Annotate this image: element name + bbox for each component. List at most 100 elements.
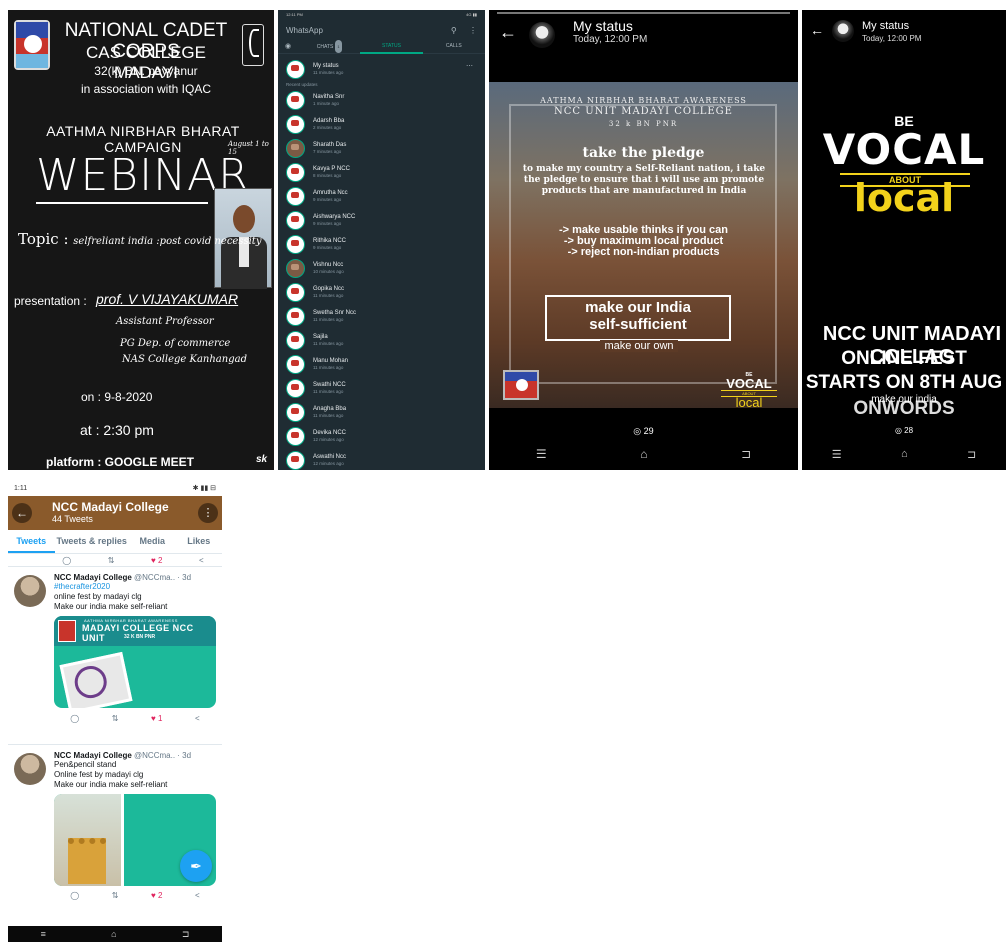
update-time: 11 minutes ago: [313, 412, 344, 418]
twitter-profile-screen: 1:11 ✱ ▮▮ ⊟ ← NCC Madayi College 44 Twee…: [8, 480, 222, 942]
poster-platform: platform : GOOGLE MEET: [46, 455, 195, 469]
reply-icon[interactable]: ◯: [62, 556, 71, 565]
status-update-row[interactable]: Anagha Bba 11 minutes ago: [278, 400, 485, 424]
contact-avatar: [286, 186, 305, 206]
profile-name: NCC Madayi College: [52, 500, 169, 514]
tweet-item[interactable]: NCC Madayi College @NCCma.. · 3d Pen&pen…: [8, 744, 222, 924]
tab-chats[interactable]: CHATS 1: [298, 39, 360, 54]
reply-icon[interactable]: ◯: [70, 714, 79, 723]
tweet-text: Online fest by madayi clg: [54, 770, 144, 779]
tweet-count: 44 Tweets: [52, 514, 93, 524]
status-views[interactable]: ◎ 28: [802, 426, 1006, 435]
webinar-poster: NATIONAL CADET CORPS CAS COLLEGE MADAYI …: [8, 10, 274, 470]
box-line-3: make our own: [549, 340, 729, 352]
share-icon[interactable]: <: [195, 714, 200, 723]
status-progress-bar: [497, 12, 790, 14]
back-nav-icon[interactable]: ⊐: [182, 929, 190, 940]
status-update-row[interactable]: Swetha Snr Ncc 11 minutes ago: [278, 304, 485, 328]
contact-name: Aishwarya NCC: [313, 213, 356, 220]
tab-status[interactable]: STATUS: [360, 40, 423, 54]
status-icons: ✱ ▮▮ ⊟: [192, 485, 216, 492]
status-update-row[interactable]: Amrutha Ncc 9 minutes ago: [278, 184, 485, 208]
like-icon[interactable]: ♥ 2: [151, 556, 162, 565]
search-icon[interactable]: ⚲: [451, 26, 457, 35]
update-time: 9 minutes ago: [313, 244, 342, 250]
update-time: 11 minutes ago: [313, 388, 344, 394]
home-nav-icon[interactable]: ⌂: [901, 448, 908, 460]
menu-nav-icon[interactable]: ☰: [832, 448, 842, 461]
tweet-avatar[interactable]: [14, 575, 46, 607]
share-icon[interactable]: <: [195, 891, 200, 900]
reply-icon[interactable]: ◯: [70, 891, 79, 900]
share-icon[interactable]: <: [199, 556, 204, 565]
tab-tweets[interactable]: Tweets: [8, 530, 55, 553]
tweet-hashtag[interactable]: #thecrafter2020: [54, 582, 216, 592]
update-time: 7 minutes ago: [313, 148, 342, 154]
status-update-row[interactable]: Aswathi Ncc 12 minutes ago: [278, 448, 485, 470]
tweet-actions: ◯ ⇅ ♥ 2 <: [54, 886, 216, 904]
tab-media[interactable]: Media: [129, 530, 176, 553]
status-views[interactable]: ◎ 29: [489, 426, 798, 437]
tweet-media[interactable]: AATHMA NIRBHAR BHARAT AWARENESS MADAYI C…: [54, 616, 216, 708]
tab-tweets-replies[interactable]: Tweets & replies: [55, 530, 129, 553]
status-time: 12:11 PM: [286, 12, 303, 17]
contact-avatar: [286, 258, 305, 278]
more-menu-icon[interactable]: ⋮: [469, 26, 477, 35]
home-nav-icon[interactable]: ⌂: [111, 929, 116, 939]
my-status-row[interactable]: My status 11 minutes ago ⋯: [278, 58, 485, 80]
contact-name: Swetha Snr Ncc: [313, 309, 357, 316]
phone-status-bar: 12:11 PM 4G ▮▮: [278, 10, 485, 20]
compose-tweet-button[interactable]: ✒: [180, 850, 212, 882]
status-update-row[interactable]: Rithika NCC 9 minutes ago: [278, 232, 485, 256]
contact-avatar: [286, 330, 305, 350]
status-update-row[interactable]: Adarsh Bba 2 minutes ago: [278, 112, 485, 136]
like-icon[interactable]: ♥ 1: [151, 714, 162, 723]
tweet-text: online fest by madayi clg: [54, 592, 142, 601]
make-our-india: make our india: [871, 394, 937, 405]
poster-topic: Topic : selfreliant india :post covid ne…: [18, 230, 261, 248]
tab-likes[interactable]: Likes: [175, 530, 222, 553]
camera-icon[interactable]: ◉: [278, 40, 298, 54]
back-arrow-icon[interactable]: ←: [810, 22, 824, 38]
tweet-avatar[interactable]: [14, 753, 46, 785]
status-update-row[interactable]: Aishwarya NCC 9 minutes ago: [278, 208, 485, 232]
tab-calls[interactable]: CALLS: [423, 40, 485, 54]
back-arrow-icon[interactable]: ←: [499, 22, 517, 43]
whatsapp-tabs: ◉ CHATS 1 STATUS CALLS: [278, 39, 485, 54]
tweet-actions: ◯ ⇅ ♥ 1 <: [54, 708, 216, 728]
tweet-item[interactable]: NCC Madayi College @NCCma.. · 3d #thecra…: [8, 566, 222, 744]
back-nav-icon[interactable]: ⊐: [741, 447, 751, 461]
status-update-row[interactable]: Sajila 11 minutes ago: [278, 328, 485, 352]
vocal-local: local: [853, 176, 955, 220]
box-line-2: self-sufficient: [589, 316, 687, 333]
contact-name: Amrutha Ncc: [313, 189, 348, 196]
like-icon[interactable]: ♥ 2: [151, 891, 162, 900]
retweet-icon[interactable]: ⇅: [112, 891, 119, 900]
status-update-row[interactable]: Sharath Das 7 minutes ago: [278, 136, 485, 160]
contact-avatar: [286, 90, 305, 110]
status-update-row[interactable]: Swathi NCC 11 minutes ago: [278, 376, 485, 400]
pen-stand-photo: [54, 794, 124, 886]
like-count: 2: [158, 890, 163, 900]
status-update-row[interactable]: Kavya P NCC 8 minutes ago: [278, 160, 485, 184]
update-time: 8 minutes ago: [313, 172, 342, 178]
tweet-text: Make our india make self-reliant: [54, 602, 168, 611]
status-update-row[interactable]: Manu Mohan 11 minutes ago: [278, 352, 485, 376]
menu-nav-icon[interactable]: ☰: [536, 447, 547, 461]
presenter-dept: PG Dep. of commerce: [120, 338, 231, 349]
status-update-row[interactable]: Gopika Ncc 11 minutes ago: [278, 280, 485, 304]
retweet-icon[interactable]: ⇅: [108, 556, 115, 565]
status-update-row[interactable]: Devika NCC 12 minutes ago: [278, 424, 485, 448]
ncc-logo: [58, 620, 76, 642]
back-arrow-icon[interactable]: ←: [12, 503, 32, 523]
menu-nav-icon[interactable]: ≡: [41, 929, 46, 939]
home-nav-icon[interactable]: ⌂: [640, 447, 647, 461]
status-update-row[interactable]: Navitha Snr 1 minute ago: [278, 88, 485, 112]
my-status-more-icon[interactable]: ⋯: [466, 62, 473, 70]
back-nav-icon[interactable]: ⊐: [967, 448, 976, 461]
retweet-icon[interactable]: ⇅: [112, 714, 119, 723]
status-update-row[interactable]: Vishnu Ncc 10 minutes ago: [278, 256, 485, 280]
more-menu-icon[interactable]: ⋮: [198, 503, 218, 523]
status-time: 1:11: [14, 484, 28, 492]
status-title: My status: [862, 20, 910, 32]
